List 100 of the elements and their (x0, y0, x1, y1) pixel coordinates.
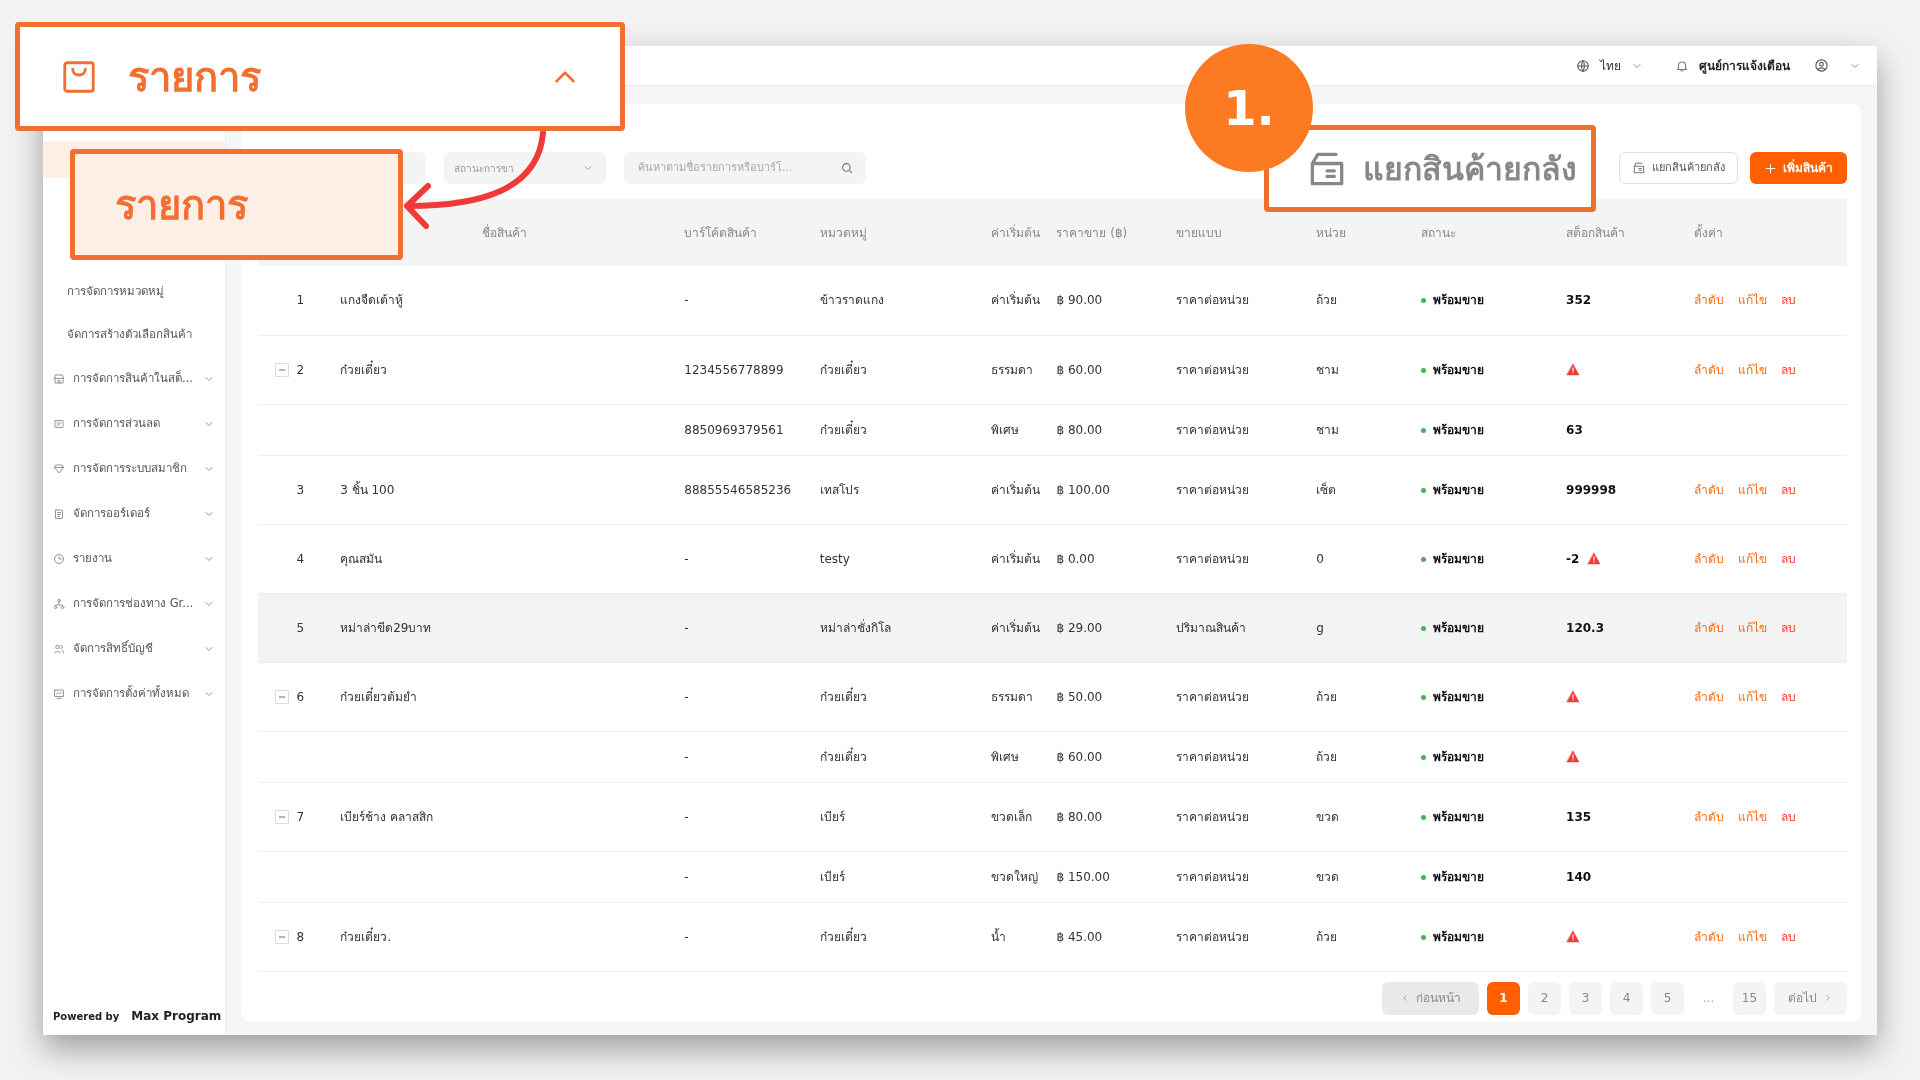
sidebar-item[interactable]: จัดการสิทธิ์บัญชี (73, 639, 195, 658)
column-header: ตั้งค่า (1694, 225, 1724, 240)
option-name: พิเศษ (991, 422, 1020, 437)
page-button[interactable]: 3 (1569, 981, 1602, 1015)
network-icon (53, 597, 65, 610)
action-link[interactable]: ลบ (1781, 293, 1797, 308)
status-dot (1420, 934, 1426, 940)
page-button[interactable]: 5 (1651, 981, 1684, 1015)
action-link[interactable]: แก้ไข (1738, 620, 1768, 635)
sidebar-item[interactable]: การจัดการสินค้าในสต็... (73, 369, 195, 388)
search-field[interactable]: ค้นหาตามชื่อรายการหรือบาร์โ... (624, 152, 866, 184)
option-name: ขวดใหญ่ (991, 869, 1039, 884)
action-link[interactable]: แก้ไข (1738, 689, 1768, 704)
price: ฿ 29.00 (1056, 620, 1103, 635)
unit: เซ็ต (1316, 482, 1337, 497)
action-link[interactable]: แก้ไข (1738, 482, 1768, 497)
users-icon (53, 642, 65, 655)
plus-icon (1764, 161, 1777, 175)
page-button[interactable]: 1 (1487, 981, 1520, 1015)
stock-count: 140 (1566, 869, 1592, 884)
unit: ชาม (1316, 362, 1340, 377)
action-link[interactable]: ลำดับ (1694, 293, 1725, 308)
action-link[interactable]: ลำดับ (1694, 482, 1725, 497)
sale-type: ราคาต่อหน่วย (1175, 869, 1249, 884)
collapse-toggle[interactable] (274, 809, 289, 824)
status-dropdown[interactable]: สถานะการขา (444, 152, 606, 184)
action-link[interactable]: ลำดับ (1694, 929, 1725, 944)
action-link[interactable]: ลำดับ (1694, 809, 1725, 824)
barcode: 88855546585236 (684, 482, 792, 497)
action-link[interactable]: ลบ (1781, 929, 1797, 944)
language-selector[interactable]: ไทย (1600, 56, 1621, 75)
collapse-toggle[interactable] (274, 362, 289, 377)
price: ฿ 60.00 (1056, 749, 1103, 764)
sidebar-item[interactable]: รายงาน (73, 549, 195, 568)
sidebar-item[interactable]: การจัดการส่วนลด (73, 414, 195, 433)
sidebar-item[interactable]: การจัดการหมวดหมู่ (67, 282, 164, 301)
monitor-icon (53, 687, 65, 700)
barcode: - (684, 689, 689, 704)
search-input[interactable]: ค้นหาตามชื่อรายการหรือบาร์โ... (636, 158, 826, 178)
stock-count: 63 (1566, 422, 1583, 437)
add-product-button[interactable]: เพิ่มสินค้า (1750, 152, 1847, 184)
product-name: 3 ชิ้น 100 (340, 482, 395, 497)
status-dot (1420, 367, 1426, 373)
action-link[interactable]: ลำดับ (1694, 620, 1725, 635)
collapse-toggle[interactable] (274, 929, 289, 944)
user-icon[interactable] (1814, 58, 1829, 73)
option-name: น้ำ (991, 929, 1007, 944)
sale-type: ราคาต่อหน่วย (1175, 362, 1249, 377)
status-dot (1420, 814, 1426, 820)
sale-type: ราคาต่อหน่วย (1175, 293, 1249, 308)
globe-icon[interactable] (1576, 58, 1590, 73)
action-link[interactable]: แก้ไข (1738, 929, 1768, 944)
status-dot (1420, 754, 1426, 760)
sidebar-item[interactable]: จัดการสร้างตัวเลือกสินค้า (67, 325, 192, 344)
bell-icon[interactable] (1675, 58, 1689, 73)
page-button[interactable]: 15 (1733, 981, 1766, 1015)
unit: ถ้วย (1316, 293, 1338, 308)
sale-type: ราคาต่อหน่วย (1175, 689, 1249, 704)
notification-center-link[interactable]: ศูนย์การแจ้งเตือน (1699, 56, 1790, 75)
column-header: หมวดหมู่ (819, 225, 867, 240)
action-link[interactable]: ลำดับ (1694, 551, 1725, 566)
gem-icon (53, 462, 65, 475)
price: ฿ 90.00 (1056, 293, 1103, 308)
action-link[interactable]: แก้ไข (1738, 551, 1768, 566)
sale-type: ปริมาณสินค้า (1175, 620, 1246, 635)
ticket-icon (53, 417, 65, 430)
action-link[interactable]: ลบ (1781, 809, 1797, 824)
collapse-toggle[interactable] (274, 689, 289, 704)
status-dot (1420, 874, 1426, 880)
clock-icon (53, 552, 65, 565)
sidebar-item[interactable]: การจัดการตั้งค่าทั้งหมด (73, 684, 195, 703)
action-link[interactable]: ลบ (1781, 362, 1797, 377)
category: เทสโปร (819, 482, 859, 497)
price: ฿ 45.00 (1056, 929, 1103, 944)
action-link[interactable]: แก้ไข (1738, 362, 1768, 377)
action-link[interactable]: ลบ (1781, 689, 1797, 704)
unit: ถ้วย (1316, 749, 1338, 764)
brand-name: Max Program (131, 1008, 222, 1025)
action-link[interactable]: ลบ (1781, 551, 1797, 566)
barcode: 8850969379561 (684, 422, 784, 437)
store-icon (53, 372, 65, 385)
action-link[interactable]: ลบ (1781, 620, 1797, 635)
price: ฿ 80.00 (1056, 422, 1103, 437)
page-button[interactable]: 4 (1610, 981, 1643, 1015)
row-number: 3 (296, 481, 305, 499)
sidebar-item[interactable]: จัดการออร์เดอร์ (73, 504, 195, 523)
action-link[interactable]: แก้ไข (1738, 293, 1768, 308)
next-page-button[interactable]: ต่อไป (1774, 981, 1847, 1015)
status-label: พร้อมขาย (1420, 362, 1484, 377)
status-label: พร้อมขาย (1420, 422, 1484, 437)
action-link[interactable]: ลบ (1781, 482, 1797, 497)
action-link[interactable]: ลำดับ (1694, 689, 1725, 704)
sidebar-item[interactable]: การจัดการช่องทาง Gr... (73, 594, 195, 613)
page-button[interactable]: 2 (1528, 981, 1561, 1015)
callout-title: รายการ (115, 180, 248, 230)
sidebar-item[interactable]: การจัดการระบบสมาชิก (73, 459, 195, 478)
barcode: - (684, 620, 689, 635)
action-link[interactable]: แก้ไข (1738, 809, 1768, 824)
split-case-button[interactable]: แยกสินค้ายกลัง (1619, 152, 1738, 184)
action-link[interactable]: ลำดับ (1694, 362, 1725, 377)
